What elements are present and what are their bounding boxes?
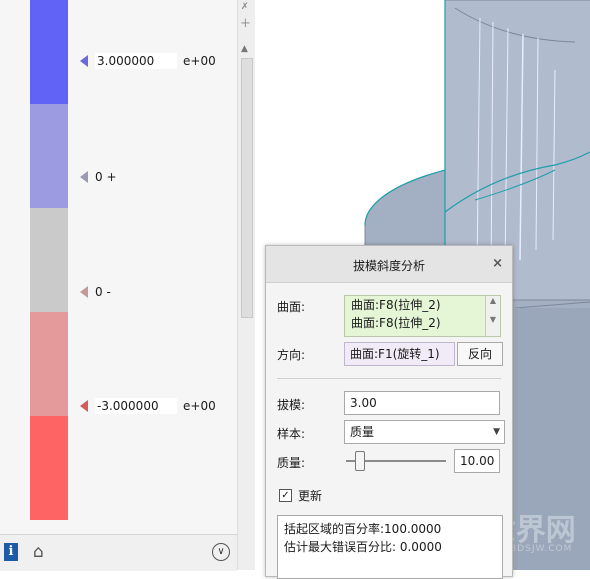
legend-tick-upper: 3.000000 e+00 (80, 52, 216, 70)
legend-tick-lower: -3.000000 e+00 (80, 397, 216, 415)
update-label: 更新 (298, 489, 323, 503)
result-line: 括起区域的百分率:100.0000 (284, 522, 442, 536)
home-icon[interactable]: ⌂ (33, 542, 44, 562)
tick-exponent: e+00 (183, 54, 216, 68)
pin-icon[interactable]: ✗ (241, 2, 249, 12)
surface-list[interactable]: 曲面:F8(拉伸_2) 曲面:F8(拉伸_2) ▲ ▼ (344, 295, 501, 337)
quality-slider-thumb[interactable] (355, 451, 365, 471)
tick-label: 0 + (95, 170, 117, 184)
plus-icon[interactable]: + (240, 16, 251, 31)
color-scale-bar (30, 0, 68, 520)
scroll-down-icon[interactable]: ▼ (486, 315, 500, 324)
sample-label: 样本: (277, 427, 306, 441)
update-checkbox[interactable]: ✓ (279, 489, 292, 502)
divider (277, 378, 501, 379)
draft-label: 拔模: (277, 398, 306, 412)
dialog-header[interactable]: 拔模斜度分析 × (266, 246, 512, 283)
scroll-up-icon[interactable]: ▲ (241, 44, 248, 54)
result-line: 估计最大错误百分比: 0.0000 (284, 540, 442, 554)
legend-tick-zero-plus: 0 + (80, 168, 117, 186)
chevron-down-icon[interactable]: ▼ (493, 421, 500, 443)
chevron-down-circle-icon[interactable]: ∨ (212, 543, 230, 561)
quality-label: 质量: (277, 456, 306, 470)
results-box: 括起区域的百分率:100.0000 估计最大错误百分比: 0.0000 (277, 515, 503, 579)
surface-label: 曲面: (277, 300, 306, 314)
scroll-up-icon[interactable]: ▲ (486, 296, 500, 305)
tick-marker-icon[interactable] (80, 400, 88, 412)
direction-label: 方向: (277, 348, 306, 362)
color-band (30, 312, 68, 416)
list-item[interactable]: 曲面:F8(拉伸_2) (345, 314, 500, 332)
legend-tick-zero-minus: 0 - (80, 283, 111, 301)
sample-select-value: 质量 (350, 425, 375, 439)
color-band (30, 104, 68, 208)
tick-label: 0 - (95, 285, 111, 299)
color-band (30, 0, 68, 104)
surface-list-scrollbar[interactable]: ▲ ▼ (485, 296, 500, 336)
quality-input[interactable]: 10.00 (454, 449, 500, 473)
legend-scrollbar[interactable]: ✗ + ▲ (237, 0, 256, 570)
tick-marker-icon[interactable] (80, 55, 88, 67)
dialog-title: 拔模斜度分析 (352, 259, 425, 273)
close-icon[interactable]: × (492, 256, 503, 271)
info-icon[interactable]: i (4, 543, 18, 561)
tick-exponent: e+00 (183, 399, 216, 413)
draft-analysis-dialog: 拔模斜度分析 × 曲面: 曲面:F8(拉伸_2) 曲面:F8(拉伸_2) ▲ ▼… (265, 245, 513, 579)
draft-angle-input[interactable]: 3.00 (344, 391, 500, 415)
legend-footer: i ⌂ ∨ (0, 534, 237, 571)
color-band (30, 416, 68, 520)
color-band (30, 208, 68, 312)
sample-select[interactable]: 质量 ▼ (344, 420, 505, 444)
tick-marker-icon[interactable] (80, 171, 88, 183)
scroll-thumb[interactable] (241, 58, 253, 318)
tick-value-field[interactable]: 3.000000 (95, 53, 177, 69)
color-legend-panel: 3.000000 e+00 0 + 0 - -3.000000 e+00 i ⌂… (0, 0, 237, 571)
tick-value-field[interactable]: -3.000000 (95, 398, 177, 414)
direction-field[interactable]: 曲面:F1(旋转_1) (344, 342, 455, 366)
reverse-button[interactable]: 反向 (457, 342, 503, 366)
list-item[interactable]: 曲面:F8(拉伸_2) (345, 296, 500, 314)
tick-marker-icon[interactable] (80, 286, 88, 298)
